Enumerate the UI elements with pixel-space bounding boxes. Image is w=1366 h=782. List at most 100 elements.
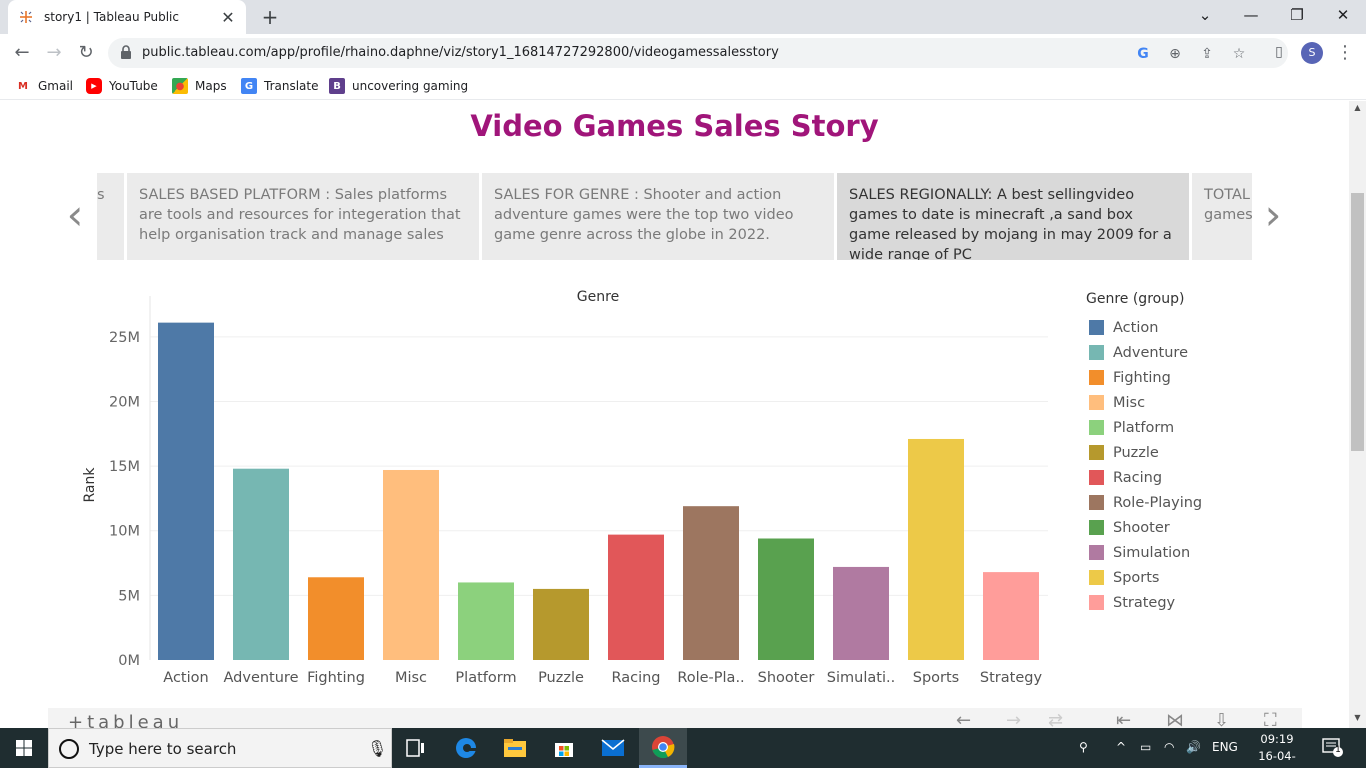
page-scrollbar[interactable]: ▲ ▼ [1349, 101, 1366, 728]
search-placeholder: Type here to search [89, 740, 237, 758]
legend-swatch [1089, 395, 1104, 410]
bookmark-youtube[interactable]: ▶ YouTube [86, 77, 158, 95]
windows-start-button[interactable] [0, 728, 48, 768]
legend-item[interactable]: Fighting [1086, 365, 1286, 390]
bookmark-uncovering-gaming[interactable]: B uncovering gaming [329, 77, 468, 95]
youtube-icon: ▶ [86, 78, 102, 94]
language-indicator[interactable]: ENG [1212, 740, 1238, 754]
next-story-point-button[interactable]: › [1258, 194, 1288, 237]
bar-sports [908, 438, 964, 660]
browser-tab[interactable]: story1 | Tableau Public ✕ [8, 0, 246, 34]
reload-button[interactable]: ↻ [73, 41, 99, 65]
legend-item[interactable]: Sports [1086, 565, 1286, 590]
redo-icon[interactable]: → [1006, 710, 1021, 728]
zoom-icon[interactable]: ⊕ [1165, 44, 1185, 64]
bookmark-star-icon[interactable]: ☆ [1229, 44, 1249, 64]
x-tick-label: Fighting [307, 670, 365, 686]
close-window-button[interactable]: ✕ [1320, 0, 1366, 30]
genre-bar-chart: 0M 5M 10M 15M 20M 25M Rank Action Adventure Fight… [82, 296, 1048, 686]
taskbar-clock[interactable]: 09:19 16-04-2023 [1247, 731, 1307, 782]
legend-item[interactable]: Action [1086, 315, 1286, 340]
people-icon[interactable]: ⚲ [1079, 740, 1088, 754]
new-tab-button[interactable]: + [258, 5, 282, 29]
legend-item[interactable]: Puzzle [1086, 440, 1286, 465]
microphone-icon[interactable]: 🎙 [367, 739, 387, 758]
undo-icon[interactable]: ← [956, 710, 971, 728]
side-panel-icon[interactable]: ▯ [1269, 42, 1289, 62]
task-view-icon[interactable] [392, 728, 440, 768]
address-bar[interactable]: public.tableau.com/app/profile/rhaino.da… [108, 38, 1288, 68]
wifi-icon[interactable]: ◠ [1164, 740, 1174, 754]
scroll-thumb[interactable] [1351, 193, 1364, 451]
legend-swatch [1089, 470, 1104, 485]
fullscreen-icon[interactable]: ⛶ [1264, 710, 1277, 728]
legend-item[interactable]: Adventure [1086, 340, 1286, 365]
legend-item[interactable]: Role-Playing [1086, 490, 1286, 515]
bar-misc [383, 469, 439, 660]
battery-icon[interactable]: ▭ [1140, 740, 1151, 754]
volume-icon[interactable]: 🔊 [1186, 740, 1201, 754]
legend-swatch [1089, 420, 1104, 435]
legend-item[interactable]: Platform [1086, 415, 1286, 440]
back-button[interactable]: ← [9, 41, 35, 65]
file-explorer-icon[interactable] [491, 728, 539, 768]
chrome-icon[interactable] [639, 728, 687, 768]
bookmark-maps[interactable]: ● Maps [172, 77, 227, 95]
tab-search-icon[interactable]: ⌄ [1182, 0, 1228, 30]
legend-title: Genre (group) [1086, 291, 1185, 307]
legend-label: Sports [1113, 569, 1160, 586]
y-tick-label: 15M [109, 459, 140, 475]
legend-swatch [1089, 520, 1104, 535]
legend-item[interactable]: Racing [1086, 465, 1286, 490]
share-icon[interactable]: ⇪ [1197, 44, 1217, 64]
edge-browser-icon[interactable] [442, 728, 490, 768]
legend-item[interactable]: Simulation [1086, 540, 1286, 565]
taskbar-search-box[interactable]: Type here to search 🎙 [48, 728, 392, 768]
close-tab-icon[interactable]: ✕ [220, 8, 236, 27]
legend-item[interactable]: Strategy [1086, 590, 1286, 615]
maps-icon: ● [172, 78, 188, 94]
minimize-button[interactable]: — [1228, 0, 1274, 30]
bookmark-gmail[interactable]: M Gmail [15, 77, 73, 95]
legend-swatch [1089, 370, 1104, 385]
google-lens-icon[interactable]: G [1133, 44, 1153, 64]
scroll-up-arrow[interactable]: ▲ [1349, 101, 1366, 115]
forward-button[interactable]: → [41, 41, 67, 65]
legend-swatch [1089, 570, 1104, 585]
microsoft-store-icon[interactable] [540, 728, 588, 768]
revert-icon[interactable]: ⇄ [1048, 710, 1063, 728]
legend-label: Role-Playing [1113, 494, 1203, 511]
tab-bar: story1 | Tableau Public ✕ + ⌄ — ❐ ✕ [0, 0, 1366, 34]
legend-item[interactable]: Misc [1086, 390, 1286, 415]
legend-swatch [1089, 495, 1104, 510]
bar-platform [458, 582, 514, 660]
scroll-down-arrow[interactable]: ▼ [1349, 711, 1366, 725]
menu-kebab-icon[interactable]: ⋮ [1336, 41, 1354, 65]
clock-date: 16-04-2023 [1258, 749, 1296, 780]
revert-all-icon[interactable]: ⇤ [1116, 710, 1131, 728]
tableau-logo[interactable]: +tableau [68, 712, 183, 728]
chart-legend: Genre (group) Action Adventure Fighting Mis… [1086, 291, 1286, 615]
story-point-caption[interactable]: TOTAL games [1192, 173, 1252, 260]
bookmark-translate[interactable]: G Translate [241, 77, 319, 95]
x-tick-label: Platform [455, 670, 516, 686]
legend-item[interactable]: Shooter [1086, 515, 1286, 540]
bar-puzzle [533, 588, 589, 660]
download-icon[interactable]: ⇩ [1214, 710, 1229, 728]
tab-title: story1 | Tableau Public [44, 10, 179, 24]
legend-swatch [1089, 595, 1104, 610]
x-tick-label: Action [163, 670, 208, 686]
windows-logo-icon [16, 740, 32, 756]
legend-label: Fighting [1113, 369, 1171, 386]
profile-avatar[interactable]: S [1301, 42, 1323, 64]
notification-center-icon[interactable]: 1 [1322, 738, 1344, 758]
share-viz-icon[interactable]: ⋈ [1166, 710, 1184, 728]
clock-time: 09:19 [1260, 732, 1294, 746]
restore-button[interactable]: ❐ [1274, 0, 1320, 30]
browser-toolbar: ← → ↻ public.tableau.com/app/profile/rha… [0, 34, 1366, 72]
show-hidden-icons-chevron-icon[interactable]: ^ [1116, 740, 1126, 754]
bar-strategy [983, 572, 1039, 660]
x-tick-label: Sports [913, 670, 959, 686]
legend-items: Action Adventure Fighting Misc Platform Puzzl… [1086, 315, 1286, 615]
mail-icon[interactable] [589, 728, 637, 768]
